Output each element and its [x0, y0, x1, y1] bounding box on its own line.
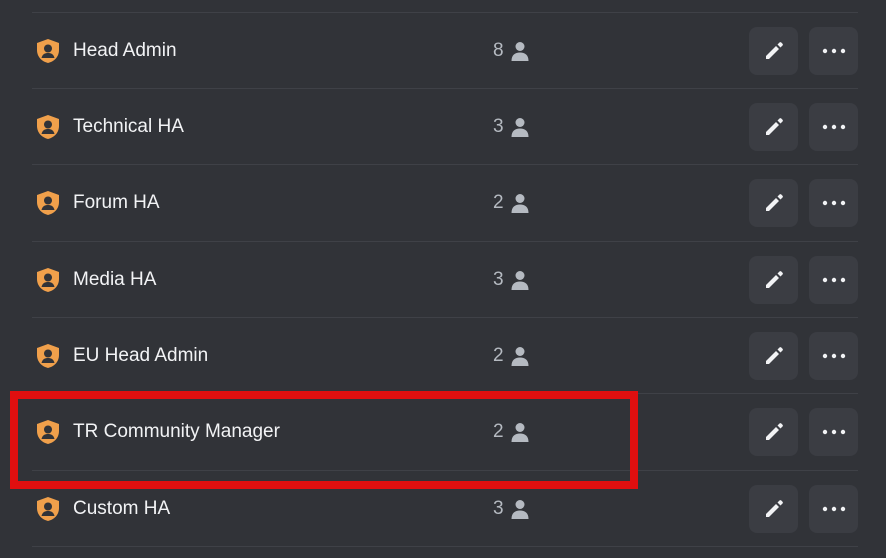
shield-user-icon	[37, 420, 59, 444]
shield-user-icon	[37, 497, 59, 521]
more-options-button[interactable]	[809, 179, 858, 227]
role-name: Head Admin	[73, 40, 177, 61]
shield-user-icon	[37, 344, 59, 368]
role-name: Forum HA	[73, 192, 160, 213]
shield-user-icon	[37, 115, 59, 139]
pencil-icon	[765, 42, 783, 59]
ellipsis-icon	[822, 429, 845, 435]
member-count-value: 2	[493, 192, 504, 213]
person-icon	[511, 118, 529, 137]
member-count: 3	[493, 498, 531, 520]
person-icon	[511, 271, 529, 290]
pencil-icon	[765, 500, 783, 517]
more-options-button[interactable]	[809, 103, 858, 151]
member-count: 3	[493, 269, 531, 291]
member-count-value: 3	[493, 498, 504, 519]
member-count: 2	[493, 192, 531, 214]
role-name: Technical HA	[73, 116, 184, 137]
role-name: EU Head Admin	[73, 345, 209, 366]
member-count-value: 8	[493, 40, 504, 61]
role-row-media-ha[interactable]: Media HA 3	[0, 242, 886, 318]
shield-user-icon	[37, 191, 59, 215]
member-count: 2	[493, 421, 531, 443]
edit-role-button[interactable]	[749, 485, 798, 533]
edit-role-button[interactable]	[749, 256, 798, 304]
more-options-button[interactable]	[809, 332, 858, 380]
ellipsis-icon	[822, 506, 845, 512]
member-count-value: 3	[493, 116, 504, 137]
role-row-forum-ha[interactable]: Forum HA 2	[0, 165, 886, 241]
pencil-icon	[765, 347, 783, 364]
person-icon	[511, 500, 529, 519]
edit-role-button[interactable]	[749, 332, 798, 380]
ellipsis-icon	[822, 124, 845, 130]
role-row-tr-community-manager[interactable]: TR Community Manager 2	[0, 394, 886, 470]
ellipsis-icon	[822, 277, 845, 283]
edit-role-button[interactable]	[749, 27, 798, 75]
role-list: Head Admin 8 Technical HA 3 Forum HA 2 M…	[0, 0, 886, 558]
role-row-head-admin[interactable]: Head Admin 8	[0, 13, 886, 89]
person-icon	[511, 194, 529, 213]
role-name: TR Community Manager	[73, 421, 280, 442]
person-icon	[511, 347, 529, 366]
member-count-value: 2	[493, 421, 504, 442]
pencil-icon	[765, 423, 783, 440]
ellipsis-icon	[822, 48, 845, 54]
edit-role-button[interactable]	[749, 103, 798, 151]
more-options-button[interactable]	[809, 485, 858, 533]
more-options-button[interactable]	[809, 27, 858, 75]
pencil-icon	[765, 271, 783, 288]
member-count-value: 2	[493, 345, 504, 366]
ellipsis-icon	[822, 353, 845, 359]
person-icon	[511, 42, 529, 61]
member-count-value: 3	[493, 269, 504, 290]
person-icon	[511, 423, 529, 442]
member-count: 3	[493, 116, 531, 138]
shield-user-icon	[37, 268, 59, 292]
pencil-icon	[765, 194, 783, 211]
edit-role-button[interactable]	[749, 179, 798, 227]
shield-user-icon	[37, 39, 59, 63]
member-count: 2	[493, 345, 531, 367]
role-row-custom-ha[interactable]: Custom HA 3	[0, 471, 886, 547]
divider	[32, 546, 858, 547]
ellipsis-icon	[822, 200, 845, 206]
role-row-eu-head-admin[interactable]: EU Head Admin 2	[0, 318, 886, 394]
edit-role-button[interactable]	[749, 408, 798, 456]
role-name: Media HA	[73, 269, 157, 290]
member-count: 8	[493, 40, 531, 62]
pencil-icon	[765, 118, 783, 135]
more-options-button[interactable]	[809, 256, 858, 304]
role-name: Custom HA	[73, 498, 171, 519]
more-options-button[interactable]	[809, 408, 858, 456]
role-row-technical-ha[interactable]: Technical HA 3	[0, 89, 886, 165]
